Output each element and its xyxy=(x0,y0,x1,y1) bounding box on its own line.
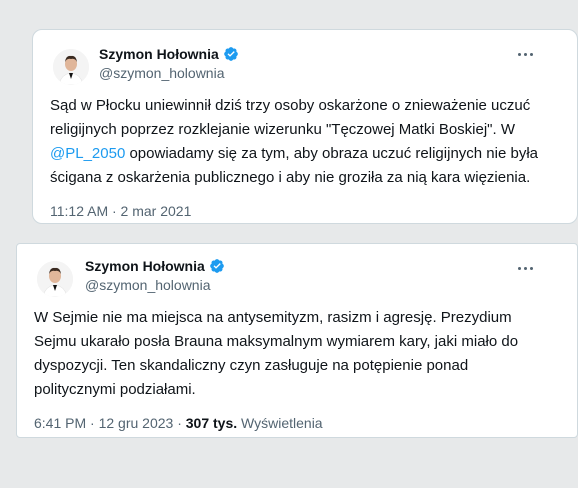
tweet-header: Szymon Hołownia @szymon_holownia xyxy=(17,244,557,297)
views-label: Wyświetlenia xyxy=(237,415,323,431)
author-name-text: Szymon Hołownia xyxy=(99,46,219,62)
tweet-meta: 6:41 PM · 12 gru 2023 · 307 tys. Wyświet… xyxy=(34,414,323,432)
tweet-text: W Sejmie nie ma miejsca na antysemityzm,… xyxy=(34,306,518,402)
author-handle[interactable]: @szymon_holownia xyxy=(85,276,225,294)
tweet-header: Szymon Hołownia @szymon_holownia xyxy=(33,30,557,85)
author-name[interactable]: Szymon Hołownia xyxy=(99,44,239,64)
avatar[interactable] xyxy=(37,261,73,297)
verified-badge-icon xyxy=(209,258,225,274)
timestamp-link[interactable]: 6:41 PM · 12 gru 2023 · xyxy=(34,415,186,431)
more-dot xyxy=(523,52,527,56)
tweet-text-line: W Sejmie nie ma miejsca na antysemityzm,… xyxy=(34,306,518,330)
author-name-text: Szymon Hołownia xyxy=(85,258,205,274)
more-horizontal-icon xyxy=(517,266,521,270)
author-name[interactable]: Szymon Hołownia xyxy=(85,256,225,276)
tweet-card[interactable]: Szymon Hołownia @szymon_holownia Sąd w P… xyxy=(32,29,578,224)
screenshot-canvas: Szymon Hołownia @szymon_holownia Sąd w P… xyxy=(0,0,578,488)
tweet-text-line: @PL_2050 opowiadamy się za tym, aby obra… xyxy=(50,142,538,166)
text-segment: opowiadamy się za tym, aby obraza uczuć … xyxy=(125,145,538,162)
more-button[interactable] xyxy=(513,44,537,64)
text-segment: religijnych poprzez rozklejanie wizerunk… xyxy=(50,121,515,138)
tweet-text-line: religijnych poprzez rozklejanie wizerunk… xyxy=(50,118,538,142)
avatar[interactable] xyxy=(53,49,89,85)
tweet-text-line: politycznymi podziałami. xyxy=(34,378,518,402)
tweet-card[interactable]: Szymon Hołownia @szymon_holownia W Sejmi… xyxy=(16,243,578,438)
mention-link[interactable]: @PL_2050 xyxy=(50,145,125,162)
more-horizontal-icon xyxy=(517,52,521,56)
more-dot xyxy=(529,52,533,56)
tweet-text: Sąd w Płocku uniewinnił dziś trzy osoby … xyxy=(50,94,538,190)
text-segment: politycznymi podziałami. xyxy=(34,381,196,398)
more-dot xyxy=(529,266,533,270)
views-count: 307 tys. xyxy=(185,415,238,431)
text-segment: W Sejmie nie ma miejsca na antysemityzm,… xyxy=(34,309,512,326)
text-segment: dyspozycji. Ten skandaliczny czyn zasług… xyxy=(34,357,469,374)
tweet-text-line: Sąd w Płocku uniewinnił dziś trzy osoby … xyxy=(50,94,538,118)
tweet-meta: 11:12 AM · 2 mar 2021 xyxy=(50,202,191,220)
author-block: Szymon Hołownia @szymon_holownia xyxy=(99,44,239,82)
text-segment: Sejmu ukarało posła Brauna maksymalnym w… xyxy=(34,333,519,350)
timestamp-link[interactable]: 11:12 AM · 2 mar 2021 xyxy=(50,203,191,219)
tweet-text-line: ścigana z oskarżenia publicznego i aby n… xyxy=(50,166,538,190)
tweet-text-line: Sejmu ukarało posła Brauna maksymalnym w… xyxy=(34,330,518,354)
text-segment: Sąd w Płocku uniewinnił dziś trzy osoby … xyxy=(50,97,531,114)
author-handle[interactable]: @szymon_holownia xyxy=(99,64,239,82)
more-button[interactable] xyxy=(513,258,537,278)
more-dot xyxy=(523,266,527,270)
text-segment: ścigana z oskarżenia publicznego i aby n… xyxy=(50,169,531,186)
tweet-text-line: dyspozycji. Ten skandaliczny czyn zasług… xyxy=(34,354,518,378)
verified-badge-icon xyxy=(223,46,239,62)
author-block: Szymon Hołownia @szymon_holownia xyxy=(85,256,225,294)
